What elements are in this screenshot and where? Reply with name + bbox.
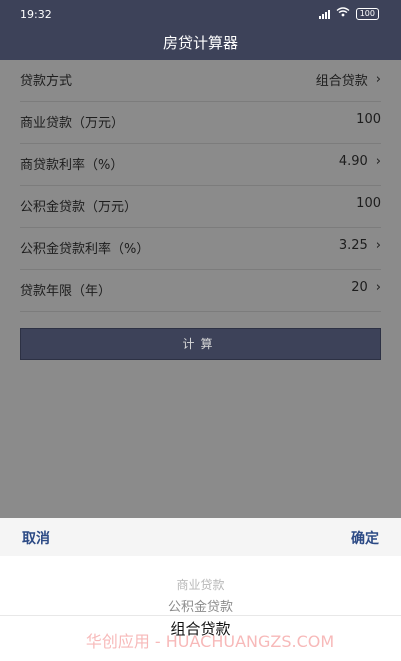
status-icons: 100 — [318, 7, 379, 20]
chevron-right-icon: › — [375, 280, 381, 295]
provident-loan-row[interactable]: 公积金贷款（万元） 100 — [20, 186, 381, 228]
row-value[interactable]: 100 — [356, 196, 381, 211]
row-label: 商贷款利率（%） — [20, 158, 124, 173]
row-label: 贷款年限（年） — [20, 284, 112, 299]
provident-rate-row[interactable]: 公积金贷款利率（%） 3.25 › — [20, 228, 381, 270]
picker-option[interactable]: 公积金贷款 — [0, 596, 401, 615]
confirm-button[interactable]: 确定 — [351, 528, 379, 548]
loan-type-row[interactable]: 贷款方式 组合贷款 › — [20, 60, 381, 102]
commercial-loan-row[interactable]: 商业贷款（万元） 100 — [20, 102, 381, 144]
status-time: 19:32 — [20, 8, 52, 21]
chevron-right-icon: › — [375, 238, 381, 253]
row-value: 组合贷款 — [315, 74, 368, 89]
calculate-button[interactable]: 计算 — [20, 328, 381, 360]
cancel-button[interactable]: 取消 — [22, 528, 50, 548]
row-value: 3.25 — [338, 238, 368, 253]
picker-selection-line — [0, 615, 401, 616]
page-title: 房贷计算器 — [0, 26, 401, 60]
row-value: 20 — [351, 280, 368, 295]
picker-option[interactable]: 商业贷款 — [0, 576, 401, 593]
battery-icon: 100 — [355, 7, 379, 20]
watermark: 华创应用 - HUACHUANGZS.COM — [85, 632, 335, 651]
commercial-rate-row[interactable]: 商贷款利率（%） 4.90 › — [20, 144, 381, 186]
loan-form: 贷款方式 组合贷款 › 商业贷款（万元） 100 商贷款利率（%） 4.90 ›… — [0, 60, 401, 518]
picker-toolbar: 取消 确定 — [0, 518, 401, 556]
chevron-right-icon: › — [375, 154, 381, 169]
status-bar: 19:32 100 — [0, 0, 401, 26]
row-value[interactable]: 100 — [356, 112, 381, 127]
row-value: 4.90 — [338, 154, 368, 169]
cellular-signal-icon — [318, 9, 330, 19]
row-label: 贷款方式 — [20, 74, 73, 89]
loan-years-row[interactable]: 贷款年限（年） 20 › — [20, 270, 381, 312]
chevron-right-icon: › — [375, 72, 381, 87]
row-label: 公积金贷款（万元） — [20, 200, 138, 215]
row-label: 公积金贷款利率（%） — [20, 242, 150, 257]
row-label: 商业贷款（万元） — [20, 116, 125, 131]
wifi-icon — [336, 7, 350, 20]
